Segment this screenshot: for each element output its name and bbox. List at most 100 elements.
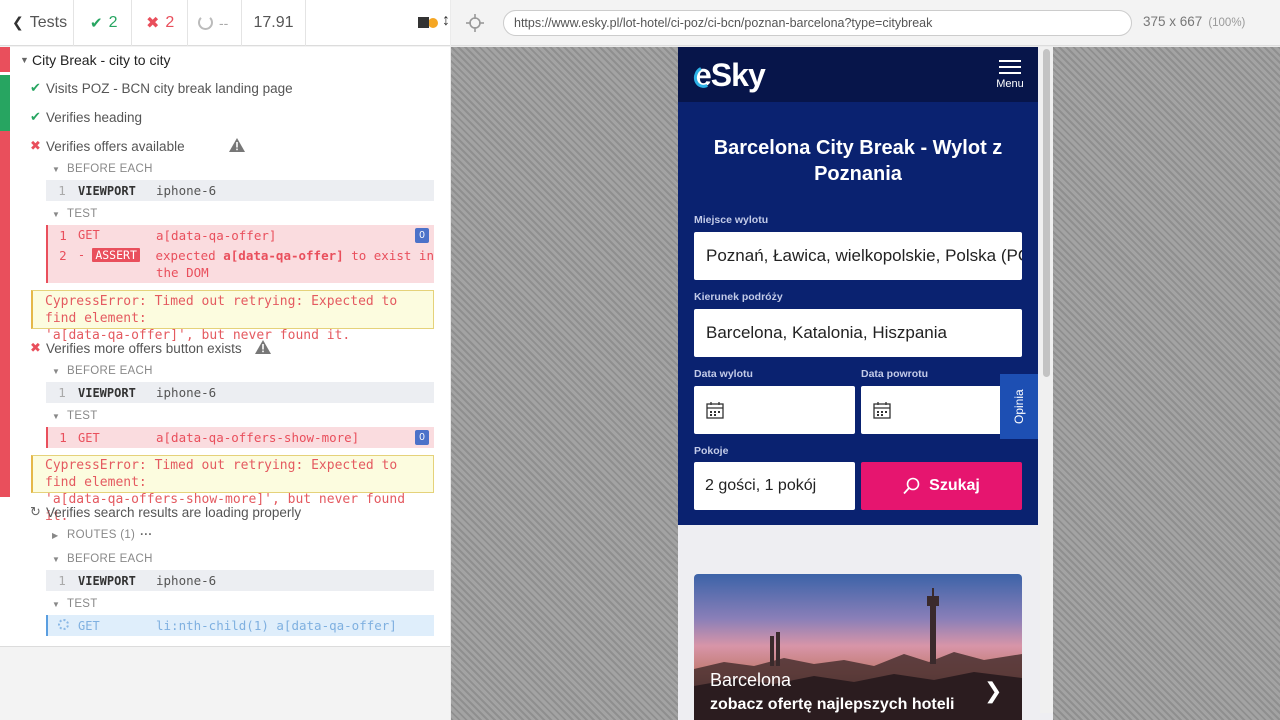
menu-button[interactable]: Menu [996, 60, 1024, 90]
element-count-badge: 0 [415, 430, 429, 445]
test-row[interactable]: ↻ Verifies search results are loading pr… [30, 504, 480, 520]
auto-scroll-icon[interactable]: ↕ [442, 12, 450, 30]
passed-count-value: 2 [108, 13, 118, 31]
command-row[interactable]: 1 VIEWPORT iphone-6 [46, 180, 434, 201]
hook-label: TEST [67, 410, 98, 422]
origin-input[interactable]: Poznań, Ławica, wielkopolskie, Polska (P… [694, 232, 1022, 280]
menu-label: Menu [996, 78, 1024, 90]
chevron-right-icon: ❯ [984, 678, 1003, 703]
command-number: 1 [58, 385, 66, 400]
command-name: VIEWPORT [78, 573, 136, 588]
rooms-input[interactable]: 2 gości, 1 pokój [694, 462, 855, 510]
promo-subtitle: zobacz ofertę najlepszych hoteli [710, 696, 955, 713]
caret-down-icon: ▼ [52, 366, 61, 376]
hook-label: BEFORE EACH [67, 163, 153, 175]
error-line: CypressError: Timed out retrying: Expect… [45, 458, 398, 490]
caret-down-icon: ▼ [52, 209, 61, 219]
status-bar [0, 75, 10, 131]
search-button[interactable]: Szukaj [861, 462, 1022, 510]
command-name: GET [78, 618, 100, 633]
reporter-stats-bar: ❮ Tests ✔ 2 ✖ 2 -- 17.91 ↕ [0, 0, 450, 46]
assert-text: to exist in [351, 247, 434, 263]
viewport-info: 375 x 667 (100%) [1143, 14, 1245, 29]
caret-down-icon: ▼ [52, 599, 61, 609]
search-icon [903, 477, 920, 495]
command-row[interactable]: 1 VIEWPORT iphone-6 [46, 570, 434, 591]
command-message: a[data-qa-offers-show-more] [156, 430, 360, 445]
command-row[interactable]: 1 GET a[data-qa-offer] 0 [48, 225, 434, 245]
test-row[interactable]: ✔ Verifies heading [30, 109, 480, 125]
command-number: 2 [59, 247, 67, 263]
caret-right-icon: ▶ [52, 530, 59, 540]
test-row[interactable]: ✔ Visits POZ - BCN city break landing pa… [30, 80, 480, 96]
scrollbar-thumb[interactable] [1043, 49, 1050, 377]
hamburger-icon [999, 72, 1021, 74]
promo-city: Barcelona [710, 670, 792, 690]
hook-label: BEFORE EACH [67, 553, 153, 565]
iframe-scrollbar[interactable] [1040, 47, 1053, 713]
return-date-input[interactable] [861, 386, 1022, 434]
tests-toggle-button[interactable]: ❮ Tests [0, 0, 74, 46]
status-bar [0, 47, 10, 72]
url-bar[interactable]: https://www.esky.pl/lot-hotel/ci-poz/ci-… [503, 10, 1132, 36]
departure-date-input[interactable] [694, 386, 855, 434]
hook-before-each[interactable]: ▼ BEFORE EACH [52, 553, 153, 565]
check-icon: ✔ [30, 80, 41, 95]
calendar-icon [706, 402, 724, 419]
error-message[interactable]: CypressError: Timed out retrying: Expect… [31, 290, 434, 343]
command-row[interactable]: 2 - ASSERT expected a[data-qa-offer] to … [48, 245, 434, 265]
pending-count[interactable]: -- [188, 0, 242, 46]
tests-label: Tests [29, 13, 68, 31]
hamburger-icon [999, 60, 1021, 62]
command-message: iphone-6 [156, 183, 217, 198]
command-name: VIEWPORT [78, 183, 136, 198]
esky-logo[interactable]: eSky [690, 57, 766, 94]
duration: 17.91 [242, 0, 306, 46]
running-indicator-icon [428, 17, 438, 28]
reporter-panel: ❮ Tests ✔ 2 ✖ 2 -- 17.91 ↕ ▼ City Break … [0, 0, 450, 720]
assert-badge: ASSERT [92, 248, 140, 262]
assert-selector: a[data-qa-offer] [223, 247, 344, 263]
site-header: eSky Menu [678, 47, 1038, 102]
promo-card[interactable]: Barcelona zobacz ofertę najlepszych hote… [694, 574, 1022, 720]
caret-down-icon: ▼ [52, 554, 61, 564]
command-message: expected a[data-qa-offer] to exist in [156, 248, 435, 263]
failed-count[interactable]: ✖ 2 [132, 0, 188, 46]
failed-count-value: 2 [165, 13, 175, 31]
element-count-badge: 0 [415, 228, 429, 243]
suite-row[interactable]: ▼ City Break - city to city [20, 52, 470, 68]
destination-input[interactable]: Barcelona, Katalonia, Hiszpania [694, 309, 1022, 357]
suite-title: City Break - city to city [32, 52, 171, 68]
command-name: GET [78, 430, 100, 445]
command-number: 1 [58, 573, 66, 588]
command-row[interactable]: 1 VIEWPORT iphone-6 [46, 382, 434, 403]
assert-text: expected [155, 247, 216, 263]
warning-icon [255, 340, 271, 354]
x-icon: ✖ [30, 138, 41, 153]
error-message[interactable]: CypressError: Timed out retrying: Expect… [31, 455, 434, 524]
command-message: iphone-6 [156, 385, 217, 400]
command-row-pending[interactable]: GET li:nth-child(1) a[data-qa-offer] [46, 615, 434, 636]
command-number: 1 [59, 430, 67, 445]
command-message: iphone-6 [156, 573, 217, 588]
error-line: CypressError: Timed out retrying: Expect… [45, 294, 398, 326]
hook-label: TEST [67, 208, 98, 220]
hook-before-each[interactable]: ▼ BEFORE EACH [52, 163, 153, 175]
passed-count[interactable]: ✔ 2 [74, 0, 132, 46]
test-row[interactable]: ✖ Verifies offers available [30, 138, 480, 154]
hook-test[interactable]: ▼ TEST [52, 208, 98, 220]
return-date-label: Data powrotu [861, 368, 929, 380]
hook-before-each[interactable]: ▼ BEFORE EACH [52, 365, 153, 377]
chevron-left-icon: ❮ [12, 14, 24, 30]
hook-test[interactable]: ▼ TEST [52, 410, 98, 422]
stop-button[interactable] [418, 17, 429, 28]
test-title: Verifies heading [46, 109, 143, 125]
hook-test[interactable]: ▼ TEST [52, 598, 98, 610]
command-number: 1 [59, 227, 67, 243]
command-group-failed: 1 GET a[data-qa-offer] 0 2 - ASSERT expe… [46, 225, 434, 283]
feedback-tab[interactable]: Opinia [1000, 374, 1038, 439]
command-row[interactable]: 1 GET a[data-qa-offers-show-more] 0 [46, 427, 434, 448]
search-hero: Barcelona City Break - Wylot z Poznania … [678, 102, 1038, 525]
selector-playground-icon[interactable] [466, 14, 484, 32]
routes-toggle[interactable]: ▶ ROUTES (1) ··· [52, 529, 153, 541]
